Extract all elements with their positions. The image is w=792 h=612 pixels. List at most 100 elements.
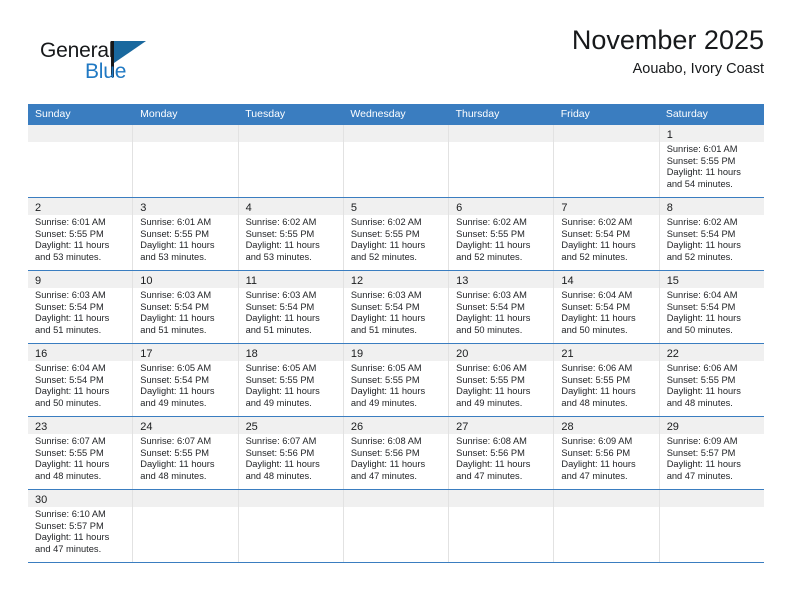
- day-cell-4[interactable]: 4 Sunrise: 6:02 AM Sunset: 5:55 PM Daylight…: [238, 198, 344, 270]
- daylight-text-cont: and 51 minutes.: [245, 324, 312, 335]
- sunset-text: Sunset: 5:56 PM: [245, 447, 315, 458]
- daylight-text-cont: and 50 minutes.: [35, 397, 102, 408]
- daylight-text: Daylight: 11 hours: [456, 313, 531, 324]
- day-cell-11[interactable]: 11 Sunrise: 6:03 AM Sunset: 5:54 PM Dayligh…: [238, 271, 344, 343]
- daylight-text: Daylight: 11 hours: [350, 313, 426, 324]
- day-cell-7[interactable]: 7 Sunrise: 6:02 AM Sunset: 5:54 PM Daylight…: [554, 198, 660, 270]
- day-number-band: 2: [28, 198, 133, 215]
- day-details: Sunrise: 6:06 AM Sunset: 5:55 PM Daylight:…: [554, 361, 658, 409]
- day-number-band: 26: [343, 417, 449, 434]
- day-details: Sunrise: 6:09 AM Sunset: 5:57 PM Daylight:…: [660, 434, 764, 482]
- sunrise-text: Sunrise: 6:04 AM: [666, 290, 738, 300]
- daylight-text: Daylight: 11 hours: [666, 459, 741, 470]
- day-cell-10[interactable]: 10 Sunrise: 6:03 AM Sunset: 5:54 PM Dayligh…: [133, 271, 239, 343]
- daylight-text: Daylight: 11 hours: [245, 459, 320, 470]
- page-title: November 2025: [571, 25, 764, 55]
- day-cell-14[interactable]: 14 Sunrise: 6:04 AM Sunset: 5:54 PM Dayligh…: [554, 271, 660, 343]
- day-cell-empty: [238, 490, 344, 562]
- day-details: Sunrise: 6:04 AM Sunset: 5:54 PM Daylight:…: [660, 288, 764, 336]
- day-details: [133, 507, 237, 509]
- daylight-text: Daylight: 11 hours: [666, 313, 741, 324]
- day-number-band: 3: [133, 198, 238, 215]
- day-cell-13[interactable]: 13 Sunrise: 6:03 AM Sunset: 5:54 PM Dayligh…: [449, 271, 555, 343]
- day-cell-5[interactable]: 5 Sunrise: 6:02 AM Sunset: 5:55 PM Daylight…: [343, 198, 450, 270]
- daylight-text-cont: and 48 minutes.: [666, 397, 733, 408]
- daylight-text: Daylight: 11 hours: [35, 313, 110, 324]
- day-cell-26[interactable]: 26 Sunrise: 6:08 AM Sunset: 5:56 PM Dayligh…: [343, 417, 450, 489]
- day-details: Sunrise: 6:06 AM Sunset: 5:55 PM Daylight:…: [660, 361, 764, 409]
- sunset-text: Sunset: 5:54 PM: [561, 301, 631, 312]
- day-cell-20[interactable]: 20 Sunrise: 6:06 AM Sunset: 5:55 PM Dayligh…: [449, 344, 555, 416]
- day-cell-29[interactable]: 29 Sunrise: 6:09 AM Sunset: 5:57 PM Dayligh…: [659, 417, 764, 489]
- sunrise-text: Sunrise: 6:05 AM: [245, 363, 317, 373]
- day-number: 10: [140, 275, 153, 287]
- day-details: [554, 142, 658, 144]
- sunset-text: Sunset: 5:56 PM: [561, 447, 631, 458]
- day-number-band: 24: [133, 417, 238, 434]
- day-cell-12[interactable]: 12 Sunrise: 6:03 AM Sunset: 5:54 PM Dayligh…: [343, 271, 450, 343]
- day-cell-17[interactable]: 17 Sunrise: 6:05 AM Sunset: 5:54 PM Dayligh…: [133, 344, 239, 416]
- sunrise-text: Sunrise: 6:10 AM: [35, 509, 106, 519]
- day-details: [554, 507, 658, 509]
- daylight-text: Daylight: 11 hours: [350, 386, 426, 397]
- day-number: 11: [245, 275, 257, 287]
- day-cell-1[interactable]: 1 Sunrise: 6:01 AM Sunset: 5:55 PM Daylight…: [659, 125, 764, 197]
- sunset-text: Sunset: 5:54 PM: [666, 228, 736, 239]
- sunrise-text: Sunrise: 6:07 AM: [140, 436, 212, 446]
- daylight-text: Daylight: 11 hours: [140, 459, 215, 470]
- sunrise-text: Sunrise: 6:02 AM: [350, 217, 422, 227]
- sunrise-text: Sunrise: 6:06 AM: [456, 363, 527, 373]
- day-cell-empty: [449, 490, 555, 562]
- day-cell-18[interactable]: 18 Sunrise: 6:05 AM Sunset: 5:55 PM Dayligh…: [238, 344, 344, 416]
- day-cell-2[interactable]: 2 Sunrise: 6:01 AM Sunset: 5:55 PM Daylight…: [28, 198, 134, 270]
- sunrise-text: Sunrise: 6:04 AM: [561, 290, 633, 300]
- day-number: 16: [35, 348, 48, 360]
- day-cell-22[interactable]: 22 Sunrise: 6:06 AM Sunset: 5:55 PM Dayligh…: [659, 344, 764, 416]
- day-number-band: 13: [449, 271, 554, 288]
- day-cell-27[interactable]: 27 Sunrise: 6:08 AM Sunset: 5:56 PM Dayligh…: [449, 417, 555, 489]
- sunrise-text: Sunrise: 6:09 AM: [561, 436, 633, 446]
- day-number-band: 27: [449, 417, 554, 434]
- calendar-week-row: 23 Sunrise: 6:07 AM Sunset: 5:55 PM Dayligh…: [28, 417, 764, 490]
- sunrise-text: Sunrise: 6:06 AM: [666, 363, 738, 373]
- day-cell-3[interactable]: 3 Sunrise: 6:01 AM Sunset: 5:55 PM Daylight…: [133, 198, 239, 270]
- daylight-text-cont: and 48 minutes.: [245, 470, 312, 481]
- calendar-grid: Sunday Monday Tuesday Wednesday Thursday Frid…: [28, 104, 764, 563]
- weekday-header-sunday: Sunday: [35, 108, 71, 120]
- day-cell-6[interactable]: 6 Sunrise: 6:02 AM Sunset: 5:55 PM Daylight…: [449, 198, 555, 270]
- day-number: 29: [666, 421, 679, 433]
- day-cell-30[interactable]: 30 Sunrise: 6:10 AM Sunset: 5:57 PM Dayligh…: [28, 490, 134, 562]
- sunset-text: Sunset: 5:54 PM: [456, 301, 525, 312]
- daylight-text: Daylight: 11 hours: [35, 240, 110, 251]
- day-cell-21[interactable]: 21 Sunrise: 6:06 AM Sunset: 5:55 PM Dayligh…: [554, 344, 660, 416]
- day-cell-9[interactable]: 9 Sunrise: 6:03 AM Sunset: 5:54 PM Daylight…: [28, 271, 134, 343]
- day-cell-25[interactable]: 25 Sunrise: 6:07 AM Sunset: 5:56 PM Dayligh…: [238, 417, 344, 489]
- sunrise-text: Sunrise: 6:02 AM: [666, 217, 738, 227]
- day-cell-28[interactable]: 28 Sunrise: 6:09 AM Sunset: 5:56 PM Dayligh…: [554, 417, 660, 489]
- sunrise-text: Sunrise: 6:05 AM: [350, 363, 422, 373]
- weekday-header-tuesday: Tuesday: [245, 108, 286, 120]
- day-details: Sunrise: 6:02 AM Sunset: 5:55 PM Daylight:…: [239, 215, 343, 263]
- day-cell-24[interactable]: 24 Sunrise: 6:07 AM Sunset: 5:55 PM Dayligh…: [133, 417, 239, 489]
- day-number: 19: [350, 348, 364, 360]
- day-details: [344, 507, 448, 509]
- sunset-text: Sunset: 5:56 PM: [350, 447, 420, 458]
- day-cell-8[interactable]: 8 Sunrise: 6:02 AM Sunset: 5:54 PM Daylight…: [659, 198, 764, 270]
- day-number-band: [449, 490, 554, 507]
- day-details: Sunrise: 6:04 AM Sunset: 5:54 PM Daylight:…: [554, 288, 658, 336]
- day-cell-empty: [133, 125, 239, 197]
- daylight-text-cont: and 53 minutes.: [140, 251, 207, 262]
- day-details: Sunrise: 6:02 AM Sunset: 5:55 PM Daylight:…: [449, 215, 553, 263]
- general-blue-logo[interactable]: General Blue: [28, 32, 228, 92]
- day-number-band: 14: [554, 271, 659, 288]
- day-cell-23[interactable]: 23 Sunrise: 6:07 AM Sunset: 5:55 PM Dayligh…: [28, 417, 134, 489]
- day-number-band: 10: [133, 271, 238, 288]
- logo-text-general: General: [40, 39, 114, 62]
- day-cell-15[interactable]: 15 Sunrise: 6:04 AM Sunset: 5:54 PM Dayligh…: [659, 271, 764, 343]
- sunrise-text: Sunrise: 6:08 AM: [456, 436, 527, 446]
- day-cell-16[interactable]: 16 Sunrise: 6:04 AM Sunset: 5:54 PM Dayligh…: [28, 344, 134, 416]
- day-details: Sunrise: 6:05 AM Sunset: 5:54 PM Daylight:…: [133, 361, 237, 409]
- day-cell-19[interactable]: 19 Sunrise: 6:05 AM Sunset: 5:55 PM Dayligh…: [343, 344, 450, 416]
- sunrise-text: Sunrise: 6:03 AM: [140, 290, 212, 300]
- sunrise-text: Sunrise: 6:03 AM: [245, 290, 317, 300]
